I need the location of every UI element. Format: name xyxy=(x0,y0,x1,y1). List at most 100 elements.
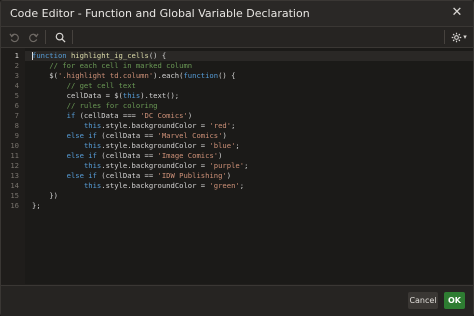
code-token: 'IDW Publishing' xyxy=(157,171,227,180)
undo-icon xyxy=(8,33,19,42)
code-token: (cellData == xyxy=(96,151,158,160)
code-token: () { xyxy=(148,51,167,60)
code-editor-area[interactable]: 1 2 3 4 5 6 7 8 9 10 11 12 13 14 15 16 f… xyxy=(1,48,473,284)
code-token: ) xyxy=(222,131,227,140)
code-token: ) xyxy=(187,111,193,120)
code-token: highlight_ig_cells xyxy=(70,51,149,60)
settings-button[interactable]: ▾ xyxy=(449,29,469,45)
line-number: 13 xyxy=(10,171,19,180)
dialog-footer: Cancel OK xyxy=(1,285,473,316)
search-icon xyxy=(55,32,66,43)
ok-button[interactable]: OK xyxy=(444,292,465,309)
code-token: ) xyxy=(226,171,232,180)
line-number: 7 xyxy=(14,111,19,120)
code-line[interactable]: else if (cellData == 'IDW Publishing') xyxy=(32,171,231,181)
code-line[interactable]: function highlight_ig_cells() { xyxy=(32,51,166,61)
code-line[interactable]: $('.highlight td.column').each(function(… xyxy=(32,71,235,81)
code-token: ).each( xyxy=(153,71,184,80)
line-number: 3 xyxy=(14,71,19,80)
code-token: // for each cell in marked column xyxy=(49,61,193,70)
code-token: // rules for coloring xyxy=(66,101,158,110)
code-token: function xyxy=(32,51,67,60)
code-token: 'green' xyxy=(209,181,240,190)
code-token: 'DC Comics' xyxy=(140,111,188,120)
code-token: cellData = $( xyxy=(32,91,123,100)
line-number: 16 xyxy=(10,201,19,210)
code-token: 'purple' xyxy=(209,161,245,170)
code-line[interactable]: // for each cell in marked column xyxy=(32,61,192,71)
code-token: '.highlight td.column' xyxy=(57,71,154,80)
code-token: ; xyxy=(244,161,249,170)
code-token: this xyxy=(83,121,102,130)
code-token: .style.backgroundColor = xyxy=(101,181,210,190)
dialog-title: Code Editor - Function and Global Variab… xyxy=(10,7,310,20)
chevron-down-icon: ▾ xyxy=(463,33,467,41)
code-token: else if xyxy=(66,151,97,160)
code-line[interactable]: if (cellData === 'DC Comics') xyxy=(32,111,193,121)
dialog-titlebar: Code Editor - Function and Global Variab… xyxy=(1,1,473,27)
line-number: 5 xyxy=(14,91,19,100)
code-line[interactable]: this.style.backgroundColor = 'green'; xyxy=(32,181,244,191)
code-token: this xyxy=(122,91,141,100)
code-token: 'blue' xyxy=(209,141,236,150)
code-token: .style.backgroundColor = xyxy=(101,161,210,170)
line-number: 4 xyxy=(14,81,19,90)
code-line[interactable]: }) xyxy=(32,191,58,201)
code-token: .style.backgroundColor = xyxy=(101,141,210,150)
line-number-gutter: 1 2 3 4 5 6 7 8 9 10 11 12 13 14 15 16 xyxy=(1,48,25,284)
code-line[interactable]: this.style.backgroundColor = 'purple'; xyxy=(32,161,248,171)
code-token: if xyxy=(66,111,76,120)
line-number: 9 xyxy=(14,131,19,140)
code-token: ; xyxy=(231,121,236,130)
code-line[interactable]: cellData = $(this).text(); xyxy=(32,91,180,101)
gear-icon xyxy=(451,32,462,42)
cancel-button[interactable]: Cancel xyxy=(408,292,438,309)
code-editor-dialog: Code Editor - Function and Global Variab… xyxy=(0,0,474,316)
code-line[interactable]: else if (cellData == 'Marvel Comics') xyxy=(32,131,227,141)
code-token: (cellData == xyxy=(96,171,158,180)
line-number: 14 xyxy=(10,181,19,190)
line-number: 8 xyxy=(14,121,19,130)
code-line[interactable]: }; xyxy=(32,201,41,211)
code-token: function xyxy=(183,71,219,80)
close-button[interactable]: ✕ xyxy=(447,4,467,22)
toolbar-divider xyxy=(72,30,73,44)
code-token: 'red' xyxy=(209,121,232,130)
code-token: // get cell text xyxy=(66,81,136,90)
code-token: (cellData == xyxy=(96,131,158,140)
line-number: 2 xyxy=(14,61,19,70)
code-line[interactable]: else if (cellData == 'Image Comics') xyxy=(32,151,223,161)
line-number: 12 xyxy=(10,161,19,170)
line-number: 1 xyxy=(14,51,19,60)
line-number: 10 xyxy=(10,141,19,150)
code-token: ).text(); xyxy=(140,91,180,100)
code-token: }) xyxy=(32,191,58,200)
code-token: this xyxy=(83,161,102,170)
redo-button[interactable] xyxy=(25,29,41,45)
code-line[interactable]: // get cell text xyxy=(32,81,136,91)
code-token: this xyxy=(83,141,102,150)
toolbar-divider xyxy=(45,30,46,44)
search-button[interactable] xyxy=(52,29,68,45)
code-token: else if xyxy=(66,171,97,180)
undo-button[interactable] xyxy=(6,29,22,45)
code-token: (cellData === xyxy=(75,111,141,120)
redo-icon xyxy=(28,33,39,42)
code-token: 'Image Comics' xyxy=(157,151,219,160)
code-token: () { xyxy=(218,71,236,80)
code-line[interactable]: // rules for coloring xyxy=(32,101,158,111)
editor-toolbar: ▾ xyxy=(1,27,473,48)
code-token: $( xyxy=(32,71,58,80)
code-line[interactable]: this.style.backgroundColor = 'blue'; xyxy=(32,141,240,151)
code-token: .style.backgroundColor = xyxy=(101,121,210,130)
line-number: 11 xyxy=(10,151,19,160)
code-line[interactable]: this.style.backgroundColor = 'red'; xyxy=(32,121,235,131)
